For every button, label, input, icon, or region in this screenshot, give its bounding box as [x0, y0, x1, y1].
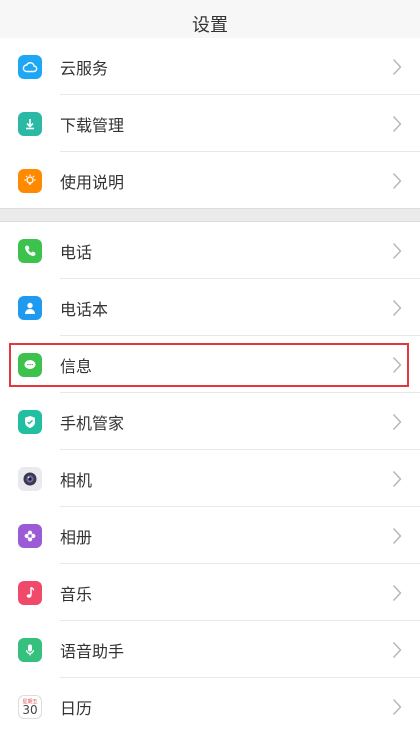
contacts-icon	[18, 295, 42, 320]
chevron-right-icon	[392, 698, 402, 715]
settings-item-label: 手机管家	[60, 413, 125, 433]
settings-item-camera[interactable]: 相机	[0, 450, 420, 507]
microphone-icon	[18, 637, 42, 662]
settings-item-cloud-service[interactable]: 云服务	[0, 38, 420, 95]
lightbulb-icon	[18, 168, 42, 193]
cloud-icon	[18, 54, 42, 79]
settings-item-label: 信息	[60, 356, 93, 376]
settings-item-label: 电话	[60, 242, 93, 262]
settings-item-label: 电话本	[60, 299, 109, 319]
calendar-icon: 星期五 30	[18, 694, 42, 719]
section-divider	[0, 208, 420, 222]
settings-group-apps: 电话 电话本 信息 手机管家 相机 相册 音乐 语音助手 星期五 30 日历	[0, 222, 420, 735]
camera-icon	[18, 466, 42, 491]
chevron-right-icon	[392, 242, 402, 259]
chevron-right-icon	[392, 299, 402, 316]
settings-item-label: 相机	[60, 470, 93, 490]
settings-item-label: 使用说明	[60, 172, 125, 192]
settings-item-phone[interactable]: 电话	[0, 222, 420, 279]
calendar-day: 30	[22, 702, 38, 717]
settings-item-calendar[interactable]: 星期五 30 日历	[0, 678, 420, 735]
shield-icon	[18, 409, 42, 434]
download-icon	[18, 111, 42, 136]
settings-item-user-guide[interactable]: 使用说明	[0, 152, 420, 209]
settings-item-label: 语音助手	[60, 641, 125, 661]
chevron-right-icon	[392, 641, 402, 658]
gallery-flower-icon	[18, 523, 42, 548]
chevron-right-icon	[392, 470, 402, 487]
settings-item-download-manager[interactable]: 下载管理	[0, 95, 420, 152]
chevron-right-icon	[392, 172, 402, 189]
settings-item-voice-assistant[interactable]: 语音助手	[0, 621, 420, 678]
phone-icon	[18, 238, 42, 263]
settings-item-label: 音乐	[60, 584, 93, 604]
calendar-weekday: 星期五	[22, 698, 38, 705]
settings-item-music[interactable]: 音乐	[0, 564, 420, 621]
settings-item-gallery[interactable]: 相册	[0, 507, 420, 564]
settings-item-phone-manager[interactable]: 手机管家	[0, 393, 420, 450]
settings-item-messages[interactable]: 信息	[0, 336, 420, 393]
chevron-right-icon	[392, 527, 402, 544]
settings-item-contacts[interactable]: 电话本	[0, 279, 420, 336]
message-icon	[18, 352, 42, 377]
chevron-right-icon	[392, 115, 402, 132]
page-title: 设置	[192, 15, 228, 36]
settings-item-label: 下载管理	[60, 115, 125, 135]
settings-item-label: 相册	[60, 527, 93, 547]
settings-item-label: 日历	[60, 698, 93, 718]
settings-group-account: 云服务 下载管理 使用说明	[0, 38, 420, 209]
music-note-icon	[18, 580, 42, 605]
chevron-right-icon	[392, 58, 402, 75]
chevron-right-icon	[392, 584, 402, 601]
settings-item-label: 云服务	[60, 58, 109, 78]
chevron-right-icon	[392, 413, 402, 430]
chevron-right-icon	[392, 356, 402, 373]
